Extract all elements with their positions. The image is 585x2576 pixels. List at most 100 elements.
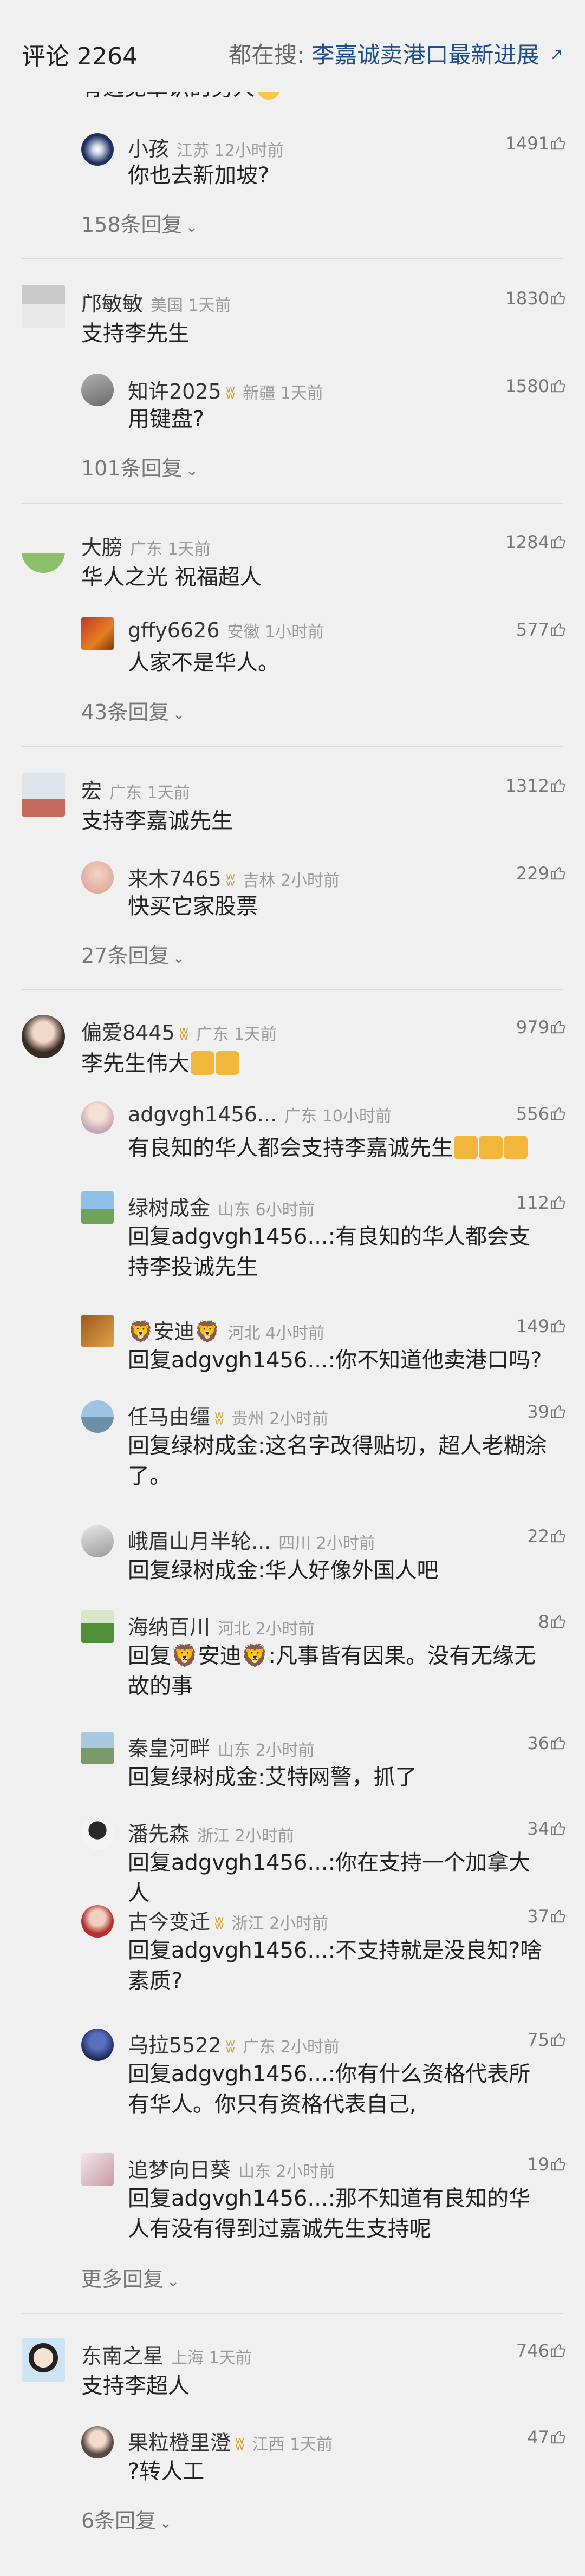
thumb-up-icon[interactable] — [550, 290, 567, 306]
thumb-up-icon[interactable] — [550, 1019, 567, 1035]
comment-text: 支持李超人 — [81, 2373, 190, 2398]
reply-author[interactable]: adgvgh1456... 广东 10小时前 — [128, 1103, 392, 1126]
avatar[interactable] — [81, 861, 114, 894]
avatar[interactable] — [81, 1525, 114, 1557]
divider — [22, 258, 563, 259]
avatar[interactable] — [81, 2153, 114, 2186]
vip-badge-icon: ʬ — [214, 1912, 224, 1934]
reply-author[interactable]: 海纳百川 河北 2小时前 — [128, 1610, 315, 1640]
thumb-up-icon[interactable] — [550, 1528, 567, 1544]
trending-search-link[interactable]: 都在搜: 李嘉诚卖港口最新进展 ↗ — [229, 37, 563, 70]
vip-badge-icon: ʬ — [225, 2036, 236, 2057]
thumb-up-icon[interactable] — [550, 2429, 567, 2445]
comment-text: 李先生伟大 — [81, 1048, 542, 1079]
comment-header: 评论 2264 都在搜: 李嘉诚卖港口最新进展 ↗ — [0, 0, 585, 92]
reply-author[interactable]: 秦皇河畔 山东 2小时前 — [128, 1732, 315, 1762]
like-count: 1830 — [505, 288, 549, 309]
external-arrow-icon: ↗ — [549, 45, 563, 64]
thumb-up-icon[interactable] — [550, 1734, 567, 1751]
thumb-up-icon[interactable] — [550, 621, 567, 637]
divider — [22, 746, 563, 747]
divider — [22, 503, 563, 504]
reply-author[interactable]: 知许2025 ʬ 新疆 1天前 — [128, 375, 323, 405]
reply-text: ?转人工 — [128, 2459, 205, 2484]
like-count: 19 — [527, 2154, 549, 2175]
comment-author[interactable]: 邝敏敏 美国 1天前 — [81, 287, 231, 317]
avatar[interactable] — [22, 773, 65, 817]
reply-author[interactable]: gffy6626 安徽 1小时前 — [128, 618, 324, 642]
reply-text: 回复adgvgh1456...:那不知道有良知的华人有没有得到过嘉诚先生支持呢 — [128, 2186, 531, 2241]
avatar[interactable] — [81, 133, 114, 166]
thumb-up-icon[interactable] — [550, 533, 567, 550]
reply-author[interactable]: 古今变迁 ʬ 浙江 2小时前 — [128, 1905, 328, 1935]
expand-replies-button[interactable]: 101条回复 ⌄ — [81, 452, 198, 481]
like-count: 75 — [527, 2030, 549, 2050]
reply-text: 回复绿树成金:艾特网警，抓了 — [128, 1765, 417, 1790]
thumb-up-icon[interactable] — [550, 135, 567, 151]
thumb-up-icon[interactable] — [550, 1105, 567, 1121]
thumb-up-icon[interactable] — [550, 2031, 567, 2047]
thumb-up-icon[interactable] — [550, 1820, 567, 1836]
reply-text: 回复adgvgh1456...:你在支持一个加拿大人 — [128, 1850, 531, 1906]
avatar[interactable] — [81, 374, 114, 406]
avatar[interactable] — [81, 617, 114, 650]
search-keyword[interactable]: 李嘉诚卖港口最新进展 — [311, 42, 539, 68]
reply-author[interactable]: 追梦向日葵 山东 2小时前 — [128, 2153, 335, 2183]
avatar[interactable] — [22, 1015, 65, 1058]
like-count: 1284 — [505, 532, 549, 552]
avatar[interactable] — [22, 530, 65, 573]
reply-author[interactable]: 潘先森 浙江 2小时前 — [128, 1817, 294, 1847]
avatar[interactable] — [81, 1610, 114, 1643]
reply-author[interactable]: 任马由缰 ʬ 贵州 2小时前 — [128, 1400, 328, 1430]
comment-author[interactable]: 偏爱8445 ʬ 广东 1天前 — [81, 1016, 277, 1046]
expand-replies-button[interactable]: 158条回复 ⌄ — [81, 208, 198, 238]
avatar[interactable] — [81, 1191, 114, 1224]
reply-author[interactable]: 来木7465 ʬ 吉林 2小时前 — [128, 862, 340, 892]
avatar[interactable] — [81, 1905, 114, 1938]
thumb-up-icon[interactable] — [550, 1908, 567, 1924]
reply-author[interactable]: 小孩 江苏 12小时前 — [128, 132, 284, 162]
comment-author[interactable]: 宏广东 1天前 — [81, 774, 190, 804]
reply-author[interactable]: 🦁安迪🦁 河北 4小时前 — [128, 1315, 324, 1345]
reply-author[interactable]: 乌拉5522 ʬ 广东 2小时前 — [128, 2029, 340, 2058]
like-count: 229 — [516, 863, 549, 884]
comment-text: 华人之光 祝福超人 — [81, 565, 262, 590]
thumb-up-icon[interactable] — [550, 377, 567, 394]
vip-badge-icon: ʬ — [235, 2433, 245, 2455]
avatar[interactable] — [81, 2029, 114, 2061]
thumb-up-icon[interactable] — [550, 865, 567, 881]
reply-author[interactable]: 绿树成金 山东 6小时前 — [128, 1191, 315, 1221]
thumb-up-icon[interactable] — [550, 1194, 567, 1210]
comment-author[interactable]: 大膀 广东 1天前 — [81, 531, 211, 560]
thumb-up-icon[interactable] — [550, 777, 567, 793]
more-replies-button[interactable]: 更多回复 ⌄ — [81, 2262, 179, 2292]
like-count: 746 — [516, 2340, 549, 2361]
expand-replies-button[interactable]: 6条回复 ⌄ — [81, 2504, 172, 2534]
avatar[interactable] — [22, 2338, 65, 2382]
avatar[interactable] — [81, 1817, 114, 1850]
thumb-up-icon[interactable] — [550, 1403, 567, 1419]
avatar[interactable] — [81, 1732, 114, 1764]
avatar[interactable] — [22, 285, 65, 328]
like-count: 22 — [527, 1526, 549, 1547]
thumb-up-icon[interactable] — [550, 1613, 567, 1629]
thumb-up-icon[interactable] — [550, 1318, 567, 1334]
avatar[interactable] — [81, 1315, 114, 1347]
like-count: 556 — [516, 1104, 549, 1124]
thumb-up-icon[interactable] — [550, 2156, 567, 2172]
avatar[interactable] — [81, 2426, 114, 2458]
avatar[interactable] — [81, 1101, 114, 1134]
avatar[interactable] — [81, 1400, 114, 1433]
expand-replies-button[interactable]: 43条回复 ⌄ — [81, 695, 185, 725]
comment-author[interactable]: 东南之星 上海 1天前 — [81, 2339, 252, 2369]
like-count: 47 — [527, 2427, 549, 2448]
like-count: 8 — [538, 1612, 549, 1632]
thumbs-up-emoji-icon — [216, 1051, 239, 1075]
reply-author[interactable]: 峨眉山月半轮... 四川 2小时前 — [128, 1525, 375, 1555]
chevron-down-icon: ⌄ — [172, 705, 185, 723]
reply-author[interactable]: 果粒橙里澄 ʬ 江西 1天前 — [128, 2426, 333, 2456]
expand-replies-button[interactable]: 27条回复 ⌄ — [81, 939, 185, 969]
chevron-down-icon: ⌄ — [185, 461, 198, 479]
like-count: 1580 — [505, 376, 549, 396]
thumb-up-icon[interactable] — [550, 2342, 567, 2358]
